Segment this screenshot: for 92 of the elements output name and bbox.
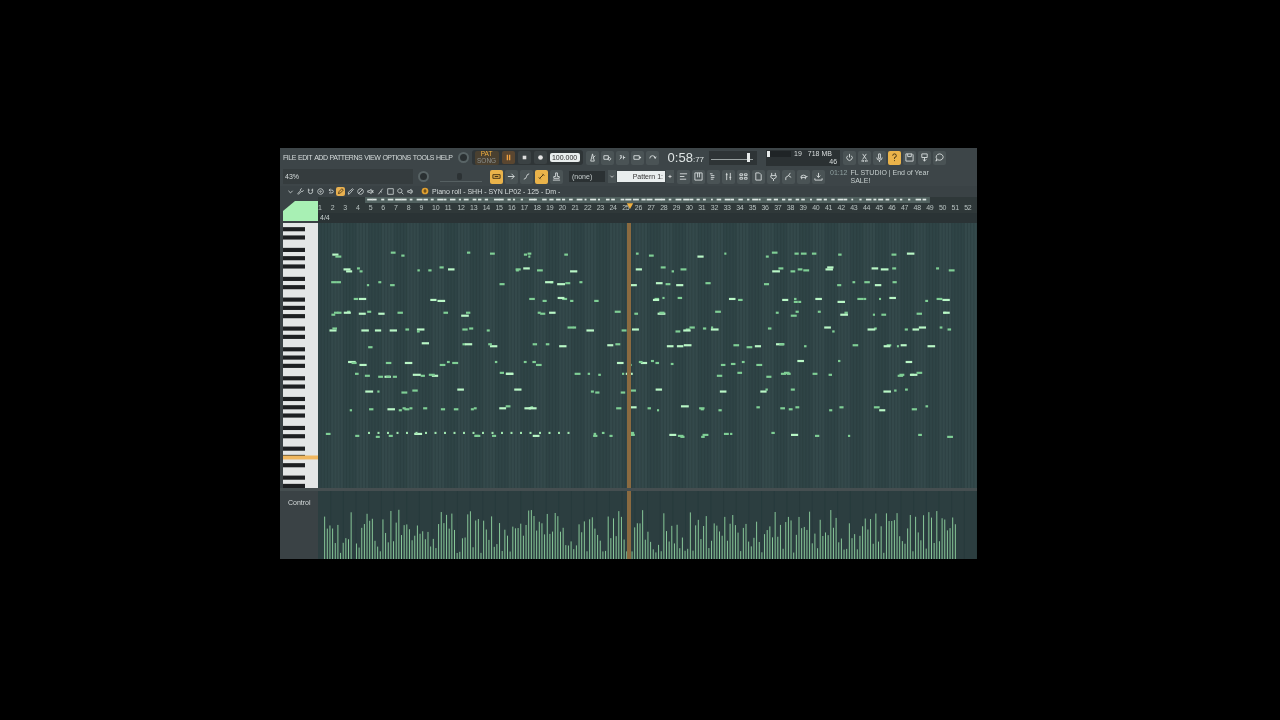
scissors-button[interactable]: [858, 150, 872, 165]
save-icon: [905, 153, 915, 162]
arrow-button[interactable]: [505, 169, 518, 184]
slider-thumb[interactable]: [456, 173, 462, 180]
mute-tool[interactable]: [366, 186, 375, 196]
turtle-icon: [799, 172, 808, 181]
loop-icon: [647, 153, 657, 162]
wrench-icon: [297, 187, 304, 195]
volume-slider[interactable]: [440, 171, 482, 182]
curve-button[interactable]: [520, 169, 533, 184]
help-icon: [890, 153, 900, 162]
song-time: 0:58:77: [667, 150, 705, 165]
master-pitch-slider[interactable]: [709, 150, 758, 165]
browser-button[interactable]: [707, 169, 720, 184]
download-icon: [814, 172, 823, 181]
delete-tool[interactable]: [356, 186, 365, 196]
playlist-button[interactable]: [677, 169, 690, 184]
curve-icon: [522, 172, 531, 181]
zoom-tool[interactable]: [396, 186, 405, 196]
brush-tool[interactable]: [346, 186, 355, 196]
undo-icon: [327, 187, 334, 195]
playlist-icon: [679, 172, 688, 181]
pencil-icon: [337, 187, 344, 195]
file-button[interactable]: [752, 169, 765, 184]
link-button[interactable]: [535, 169, 548, 184]
channel-rack-icon: [739, 172, 748, 181]
chord-icon[interactable]: [421, 187, 429, 196]
zoom-icon: [397, 187, 404, 195]
help-button[interactable]: [888, 150, 902, 165]
play-pause-button[interactable]: [501, 151, 515, 164]
chat-icon: [935, 153, 945, 162]
turtle-button[interactable]: [797, 169, 810, 184]
keyboard-icon: [492, 172, 501, 181]
speaker-icon: [407, 187, 414, 195]
knife-tool[interactable]: [376, 186, 385, 196]
branch-button[interactable]: [782, 169, 795, 184]
knife-icon: [377, 187, 384, 195]
microphone-button[interactable]: [873, 150, 887, 165]
stamp-icon: [552, 172, 561, 181]
stop-button[interactable]: [517, 151, 531, 164]
mute-icon: [367, 187, 374, 195]
pencil-tool[interactable]: [336, 186, 345, 196]
mixer-icon: [724, 172, 733, 181]
link-icon: [537, 172, 546, 181]
export-icon: [920, 153, 930, 162]
microphone-icon: [875, 153, 885, 162]
notes-drawing[interactable]: [325, 251, 955, 438]
slider-thumb[interactable]: [746, 152, 750, 162]
step-button[interactable]: [630, 150, 644, 165]
piano-icon: [694, 172, 703, 181]
branch-icon: [784, 172, 793, 181]
piano-button[interactable]: [692, 169, 705, 184]
countdown-icon: [617, 153, 627, 162]
countdown-button[interactable]: [615, 150, 629, 165]
plug-icon: [769, 172, 778, 181]
stamp-button[interactable]: [550, 169, 563, 184]
keyboard-button[interactable]: [490, 169, 503, 184]
step-icon: [632, 153, 642, 162]
undo-tool[interactable]: [326, 186, 335, 196]
plus-icon: [666, 172, 674, 181]
chat-button[interactable]: [933, 150, 947, 165]
magnet-tool[interactable]: [306, 186, 315, 196]
select-tool[interactable]: [386, 186, 395, 196]
select-icon: [387, 187, 394, 195]
loop-button[interactable]: [645, 150, 659, 165]
download-button[interactable]: [812, 169, 825, 184]
delete-icon: [357, 187, 364, 195]
target-icon: [317, 187, 324, 195]
next-pattern-button[interactable]: [666, 170, 674, 183]
export-button[interactable]: [918, 150, 932, 165]
velocity-bars-drawing[interactable]: [324, 509, 956, 559]
wrench-tool[interactable]: [296, 186, 305, 196]
file-icon: [754, 172, 763, 181]
brush-icon: [347, 187, 354, 195]
speaker-tool[interactable]: [406, 186, 415, 196]
scissors-icon: [860, 153, 870, 162]
wait-icon: [602, 153, 612, 162]
metronome-icon: [587, 153, 597, 162]
record-icon: [535, 153, 545, 162]
mixer-button[interactable]: [722, 169, 735, 184]
magnet-icon: [307, 187, 314, 195]
record-button[interactable]: [533, 151, 547, 164]
wait-button[interactable]: [600, 150, 614, 165]
save-button[interactable]: [903, 150, 917, 165]
power-button[interactable]: [843, 150, 857, 165]
target-tool[interactable]: [316, 186, 325, 196]
arrow-icon: [507, 172, 516, 181]
plug-button[interactable]: [767, 169, 780, 184]
piano-keyboard-drawing[interactable]: [283, 222, 318, 488]
metronome-button[interactable]: [585, 150, 599, 165]
channel-rack-button[interactable]: [737, 169, 750, 184]
power-icon: [845, 153, 855, 162]
